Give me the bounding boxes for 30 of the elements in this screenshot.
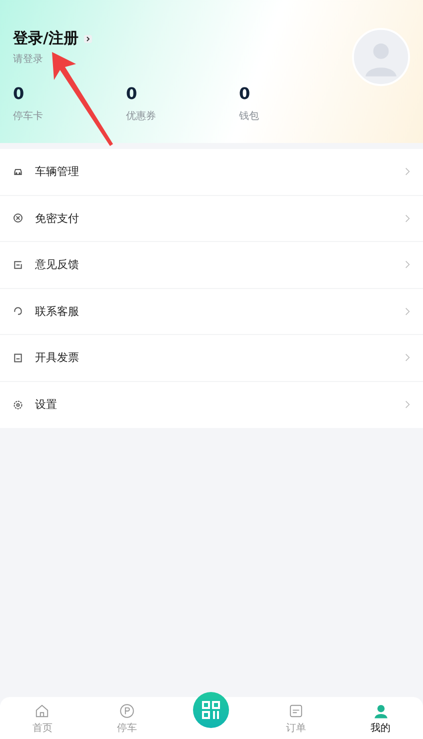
chevron-icon <box>405 306 410 316</box>
tab-item[interactable]: 我的 <box>338 703 423 735</box>
home-icon <box>34 703 50 719</box>
parking-icon <box>118 703 135 719</box>
car-icon <box>13 166 23 177</box>
menu-item[interactable]: 设置 <box>0 382 423 428</box>
menu-item[interactable]: 免密支付 <box>0 196 423 242</box>
login-link[interactable]: 登录/注册 <box>13 29 78 48</box>
chevron-icon <box>405 260 410 270</box>
menu-item[interactable]: 意见反馈 <box>0 242 423 288</box>
menu-item[interactable]: 联系客服 <box>0 288 423 335</box>
person-icon <box>372 703 389 719</box>
chevron-icon <box>405 214 410 223</box>
stat-value: 0 <box>126 84 138 103</box>
order-icon <box>288 703 304 719</box>
document-icon <box>13 352 23 363</box>
stat-value: 0 <box>239 84 252 103</box>
circle-x-icon <box>13 213 23 224</box>
stat-value: 0 <box>13 84 26 103</box>
scan-button[interactable] <box>193 692 230 728</box>
chevron-icon <box>84 34 92 42</box>
note-icon <box>13 260 23 270</box>
chevron-icon <box>405 353 410 362</box>
chevron-icon <box>405 167 410 176</box>
menu-item[interactable]: 开具发票 <box>0 335 423 382</box>
avatar-icon[interactable] <box>352 28 410 86</box>
login-hint: 请登录 <box>13 52 44 66</box>
chevron-icon <box>405 400 410 410</box>
gear-icon <box>13 400 23 410</box>
menu-item[interactable]: 车辆管理 <box>0 149 423 196</box>
